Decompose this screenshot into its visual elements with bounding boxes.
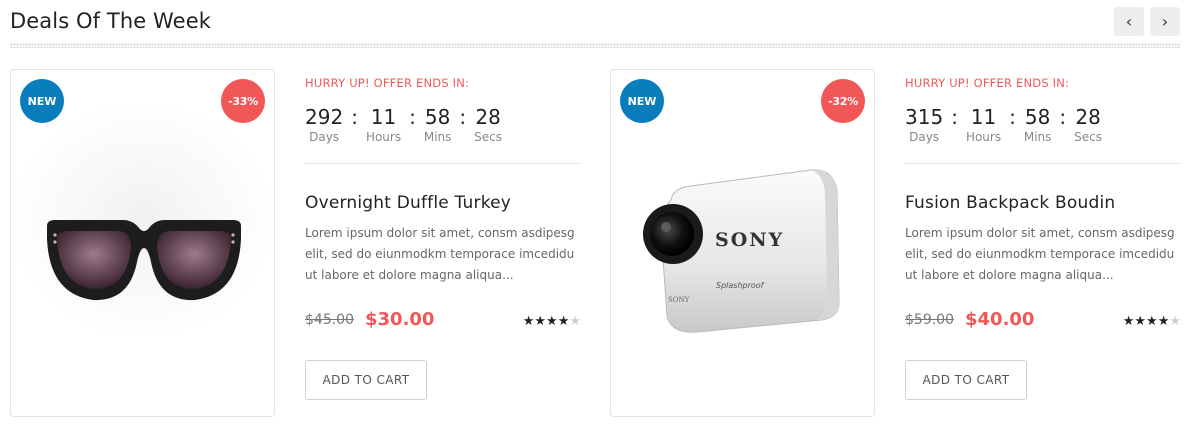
section-title: Deals Of The Week [10, 9, 211, 33]
star-icon: ★ [522, 314, 535, 329]
star-empty-icon: ★ [569, 314, 581, 329]
rating-stars: ★★★★★ [523, 314, 581, 329]
countdown-days-value: 315 [905, 105, 944, 129]
countdown-mins-value: 58 [424, 105, 451, 129]
next-button[interactable]: › [1150, 7, 1180, 36]
countdown-mins-label: Mins [423, 130, 452, 144]
countdown-secs: 28 Secs [474, 106, 502, 144]
star-empty-icon: ★ [1169, 314, 1181, 329]
old-price: $59.00 [905, 311, 954, 328]
countdown-hours: 11 Hours [366, 106, 401, 144]
countdown-hours: 11 Hours [966, 106, 1001, 144]
countdown-secs-value: 28 [475, 105, 501, 129]
star-icon: ★ [1146, 314, 1158, 329]
camera-model-text: Splashproof [716, 281, 765, 290]
countdown-timer: 315 Days : 11 Hours : 58 Mins : 28 Secs [905, 106, 1181, 154]
countdown-secs: 28 Secs [1074, 106, 1102, 144]
countdown-secs-label: Secs [474, 130, 502, 144]
countdown-hours-label: Hours [965, 130, 1002, 144]
price-row: $45.00 $30.00 ★★★★★ [305, 309, 581, 330]
camera-brand-text: SONY [715, 229, 784, 251]
rating-stars: ★★★★★ [1123, 314, 1181, 329]
star-icon: ★ [557, 314, 570, 329]
countdown-days-value: 292 [305, 105, 344, 129]
deal-info: HURRY UP! OFFER ENDS IN: 292 Days : 11 H… [305, 76, 581, 400]
star-icon: ★ [1134, 314, 1147, 329]
new-badge: NEW [20, 79, 64, 123]
countdown-separator: : [351, 105, 358, 129]
countdown-mins-label: Mins [1023, 130, 1052, 144]
star-icon: ★ [1157, 314, 1170, 329]
deal-image-card[interactable]: SONY Splashproof SONY NEW -32% [610, 69, 875, 417]
countdown-hours-value: 11 [370, 105, 397, 129]
offer-ends-label: HURRY UP! OFFER ENDS IN: [305, 76, 470, 90]
chevron-left-icon: ‹ [1125, 12, 1133, 31]
sunglasses-image [11, 100, 274, 340]
countdown-hours-label: Hours [365, 130, 402, 144]
prev-button[interactable]: ‹ [1114, 7, 1144, 36]
countdown-separator: : [1059, 105, 1067, 129]
camera-bottom-brand-text: SONY [668, 296, 690, 304]
star-icon: ★ [1122, 314, 1135, 329]
deal-info: HURRY UP! OFFER ENDS IN: 315 Days : 11 H… [905, 76, 1181, 400]
countdown-timer: 292 Days : 11 Hours : 58 Mins : 28 Secs [305, 106, 581, 154]
sale-price: $30.00 [365, 309, 435, 330]
add-to-cart-button[interactable]: ADD TO CART [905, 360, 1027, 400]
star-icon: ★ [546, 314, 558, 329]
countdown-separator: : [409, 105, 416, 129]
deal-image-card[interactable]: NEW -33% [10, 69, 275, 417]
add-to-cart-button[interactable]: ADD TO CART [305, 360, 427, 400]
countdown-secs-value: 28 [1075, 105, 1101, 129]
chevron-right-icon: › [1161, 12, 1169, 31]
countdown-days: 292 Days [305, 106, 343, 144]
countdown-days-label: Days [909, 130, 940, 144]
offer-ends-label: HURRY UP! OFFER ENDS IN: [905, 76, 1070, 90]
product-name[interactable]: Overnight Duffle Turkey [305, 193, 581, 213]
sale-price: $40.00 [965, 309, 1035, 330]
countdown-secs-label: Secs [1074, 130, 1102, 144]
product-name[interactable]: Fusion Backpack Boudin [905, 193, 1181, 213]
countdown-mins: 58 Mins [424, 106, 452, 144]
countdown-separator: : [1009, 105, 1016, 129]
product-description: Lorem ipsum dolor sit amet, consm asdipe… [305, 226, 575, 282]
countdown-days-label: Days [309, 130, 340, 144]
countdown-separator: : [951, 105, 958, 129]
price-row: $59.00 $40.00 ★★★★★ [905, 309, 1181, 330]
action-camera-image: SONY Splashproof SONY [643, 169, 840, 333]
countdown-separator: : [459, 105, 467, 129]
discount-badge: -33% [221, 79, 265, 123]
countdown-days: 315 Days [905, 106, 943, 144]
countdown-divider [305, 163, 581, 164]
new-badge: NEW [620, 79, 664, 123]
countdown-divider [905, 163, 1181, 164]
discount-badge: -32% [821, 79, 865, 123]
countdown-mins: 58 Mins [1024, 106, 1052, 144]
star-icon: ★ [534, 314, 547, 329]
product-description: Lorem ipsum dolor sit amet, consm asdipe… [905, 226, 1175, 282]
title-divider [10, 43, 1180, 48]
countdown-mins-value: 58 [1024, 105, 1051, 129]
countdown-hours-value: 11 [970, 105, 997, 129]
old-price: $45.00 [305, 311, 354, 328]
